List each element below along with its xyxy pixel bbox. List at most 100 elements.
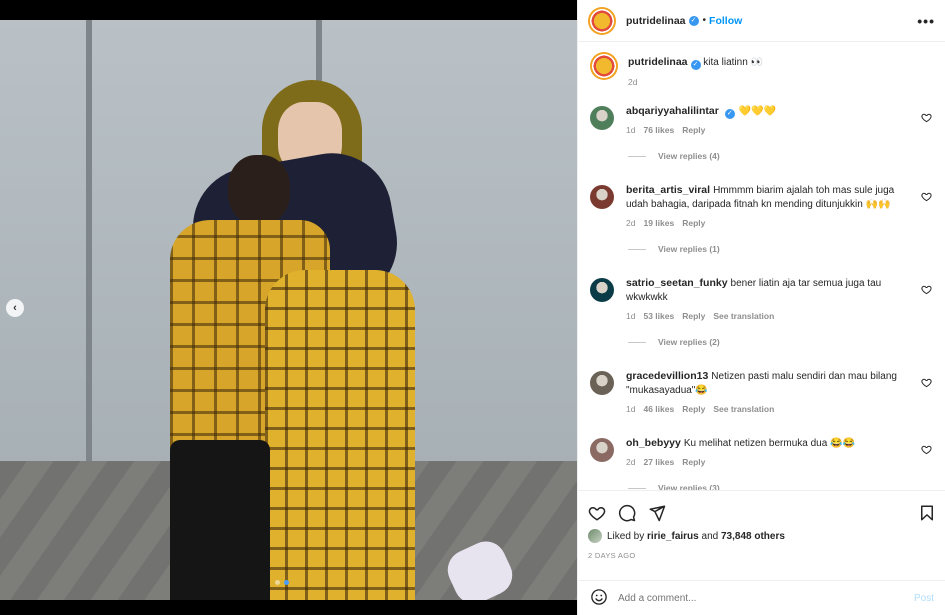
comment-like-heart-icon[interactable] (921, 444, 932, 458)
wall-panel (0, 20, 92, 473)
commenter-avatar[interactable] (590, 438, 614, 462)
reply-button[interactable]: Reply (682, 455, 705, 469)
comment-time: 2d (626, 218, 636, 228)
comment-row: berita_artis_viral Hmmmm biarim ajalah to… (590, 181, 934, 230)
comment-item: satrio_seetan_funky bener liatin aja tar … (590, 274, 934, 347)
see-translation-button[interactable]: See translation (713, 309, 774, 323)
reply-button[interactable]: Reply (682, 216, 705, 230)
hair (228, 155, 290, 225)
commenter-username[interactable]: oh_bebyyy (626, 437, 681, 449)
comment-body: abqariyyahalilintar ✓ 💛💛💛 1d 76 likes Reply (626, 104, 906, 137)
comment-likes[interactable]: 53 likes (643, 309, 674, 323)
comment-input[interactable] (618, 592, 914, 604)
post-header: putridelinaa ✓ • Follow ••• (578, 0, 945, 42)
share-paper-plane-icon[interactable] (648, 504, 666, 522)
plaid-dress (265, 270, 415, 600)
comment-like-heart-icon[interactable] (921, 112, 932, 126)
carousel-dot (275, 580, 280, 585)
comment-time: 2d (626, 457, 636, 467)
carousel-indicator (275, 580, 289, 585)
view-replies-button[interactable]: View replies (4) (628, 151, 934, 161)
follow-button[interactable]: Follow (709, 15, 742, 27)
comment-meta: 1d 76 likes Reply (626, 123, 906, 137)
shorts (170, 440, 270, 600)
comment-row: abqariyyahalilintar ✓ 💛💛💛 1d 76 likes Reply (590, 102, 934, 137)
comment-item: gracedevillion13 Netizen pasti malu sendi… (590, 367, 934, 416)
commenter-username[interactable]: satrio_seetan_funky (626, 277, 728, 289)
more-options-icon[interactable]: ••• (917, 13, 935, 29)
comment-likes[interactable]: 19 likes (643, 216, 674, 230)
replies-divider (628, 341, 646, 343)
replies-divider (628, 487, 646, 489)
view-replies-label: View replies (1) (658, 244, 720, 254)
view-replies-button[interactable]: View replies (2) (628, 337, 934, 347)
view-replies-label: View replies (3) (658, 483, 720, 490)
comment-body: satrio_seetan_funky bener liatin aja tar … (626, 276, 906, 323)
caption-avatar[interactable] (590, 52, 618, 80)
comment-row: oh_bebyyy Ku melihat netizen bermuka dua … (590, 434, 934, 469)
comment-meta: 2d 27 likes Reply (626, 455, 906, 469)
comment-row: gracedevillion13 Netizen pasti malu sendi… (590, 367, 934, 416)
verified-badge-icon: ✓ (724, 109, 735, 119)
reply-button[interactable]: Reply (682, 123, 705, 137)
caption-time: 2d (628, 77, 638, 87)
comment-meta: 1d 46 likes Reply See translation (626, 402, 906, 416)
verified-badge-icon: ✓ (688, 15, 699, 26)
separator-dot: • (702, 15, 707, 26)
likes-others-link[interactable]: 73,848 others (721, 531, 785, 542)
verified-badge-icon: ✓ (690, 60, 701, 70)
post-actions: Liked by ririe_fairus and 73,848 others … (578, 490, 945, 578)
reply-button[interactable]: Reply (682, 402, 705, 416)
commenter-username[interactable]: berita_artis_viral (626, 184, 710, 196)
save-bookmark-icon[interactable] (918, 504, 936, 522)
see-translation-button[interactable]: See translation (713, 402, 774, 416)
view-replies-label: View replies (2) (658, 337, 720, 347)
carousel-prev-button[interactable]: ‹ (6, 299, 24, 317)
comment-like-heart-icon[interactable] (921, 377, 932, 391)
author-username[interactable]: putridelinaa (626, 15, 686, 27)
emoji-icon[interactable] (590, 588, 608, 609)
commenter-username[interactable]: abqariyyahalilintar (626, 105, 719, 117)
comment-item: oh_bebyyy Ku melihat netizen bermuka dua … (590, 434, 934, 490)
comment-body: berita_artis_viral Hmmmm biarim ajalah to… (626, 183, 906, 230)
comment-item: berita_artis_viral Hmmmm biarim ajalah to… (590, 181, 934, 254)
carousel-dot-active (284, 580, 289, 585)
post-media[interactable]: ‹ (0, 0, 577, 615)
commenter-avatar[interactable] (590, 185, 614, 209)
likes-and: and (701, 530, 719, 542)
comment-likes[interactable]: 27 likes (643, 455, 674, 469)
author-avatar[interactable] (588, 6, 616, 35)
caption-username[interactable]: putridelinaa (628, 56, 688, 68)
comment-likes[interactable]: 76 likes (643, 123, 674, 137)
view-replies-button[interactable]: View replies (3) (628, 483, 934, 490)
like-heart-icon[interactable] (588, 504, 606, 522)
add-comment-bar: Post (578, 580, 945, 615)
commenter-avatar[interactable] (590, 278, 614, 302)
comment-text: 💛💛💛 (738, 106, 777, 117)
view-replies-button[interactable]: View replies (1) (628, 244, 934, 254)
caption: putridelinaa ✓ kita liatinn 👀 2d (590, 42, 934, 102)
comment-like-heart-icon[interactable] (921, 191, 932, 205)
comment-row: satrio_seetan_funky bener liatin aja tar … (590, 274, 934, 323)
comment-body: gracedevillion13 Netizen pasti malu sendi… (626, 369, 906, 416)
reply-button[interactable]: Reply (682, 309, 705, 323)
liker-avatar (588, 529, 602, 543)
comment-bubble-icon[interactable] (618, 504, 636, 522)
comment-time: 1d (626, 404, 636, 414)
comment-time: 1d (626, 311, 636, 321)
comment-item: abqariyyahalilintar ✓ 💛💛💛 1d 76 likes Reply Vi… (590, 102, 934, 161)
liked-by-prefix: Liked by (607, 530, 645, 542)
comment-likes[interactable]: 46 likes (643, 402, 674, 416)
liker-username[interactable]: ririe_fairus (647, 531, 699, 542)
comment-text: Ku melihat netizen bermuka dua 😂😂 (683, 438, 855, 449)
post-comment-button[interactable]: Post (914, 593, 934, 604)
comment-like-heart-icon[interactable] (921, 284, 932, 298)
comment-meta: 2d 19 likes Reply (626, 216, 906, 230)
view-replies-label: View replies (4) (658, 151, 720, 161)
commenter-username[interactable]: gracedevillion13 (626, 370, 708, 382)
commenter-avatar[interactable] (590, 371, 614, 395)
commenter-avatar[interactable] (590, 106, 614, 130)
post-photo (0, 20, 577, 600)
comments-list[interactable]: putridelinaa ✓ kita liatinn 👀 2d abqariyy… (578, 42, 945, 490)
likes-summary: Liked by ririe_fairus and 73,848 others (588, 529, 936, 543)
